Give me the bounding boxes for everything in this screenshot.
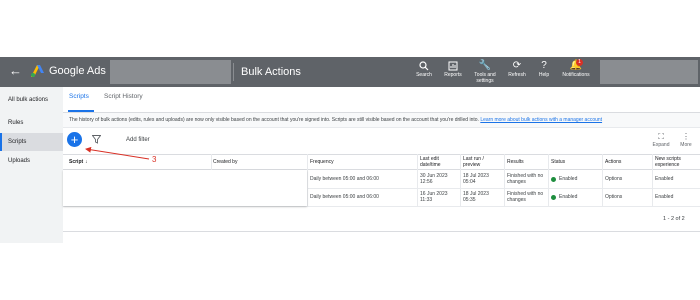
status-text: Enabled [559,175,578,182]
reports-icon [448,61,458,71]
notifications-button[interactable]: 🔔 1 Notifications [558,59,594,78]
sidebar-item-uploads[interactable]: Uploads [0,152,63,170]
notification-badge: 1 [576,59,583,66]
arrow-down-icon: ↓ [85,158,88,165]
search-icon [419,61,429,71]
search-button[interactable]: Search [414,60,434,78]
cell-actions-options[interactable]: Options [605,189,650,206]
refresh-button[interactable]: ⟳ Refresh [506,60,528,78]
plus-icon: + [70,132,79,147]
status-dot-icon [551,195,556,200]
page-title: Bulk Actions [241,66,301,78]
tab-script-history[interactable]: Script History [104,92,143,102]
google-ads-logo[interactable] [30,65,44,77]
col-header-results[interactable]: Results [507,155,545,170]
cell-last-edit: 16 Jun 2023 11:33 [420,191,448,203]
add-filter-button[interactable]: Add filter [126,136,150,144]
refresh-icon: ⟳ [512,60,522,71]
expand-label: Expand [652,142,670,148]
reports-label: Reports [444,72,462,78]
script-name-cells[interactable] [63,170,307,206]
learn-more-link[interactable]: Learn more about bulk actions with a man… [480,117,602,123]
cell-new-scripts-experience: Enabled [655,193,674,200]
notifications-label: Notifications [562,72,590,78]
sidebar-item-scripts[interactable]: Scripts [0,133,63,151]
app-title[interactable]: Google Ads [49,64,106,78]
annotation-label: 3 [152,155,157,164]
cell-status: Enabled [551,189,601,206]
cell-last-run[interactable]: 18 Jul 2023 05:35 [463,189,501,206]
table-toolbar: + Add filter ⛶ Expand ⋮ More [63,128,700,154]
cell-frequency: Daily between 05:00 and 06:00 [310,175,379,182]
refresh-label: Refresh [508,72,526,78]
table-header: Script ↓ Created by Frequency Last edit d… [63,154,700,170]
add-script-button[interactable]: + [67,132,82,147]
status-dot-icon [551,177,556,182]
col-header-created-by[interactable]: Created by [213,155,303,170]
tools-icon: 🔧 [478,60,492,71]
cell-last-run[interactable]: 18 Jul 2023 05:04 [463,171,501,188]
cell-status: Enabled [551,171,601,188]
help-icon: ? [541,60,547,71]
info-notice: The history of bulk actions (edits, rule… [63,113,700,128]
cell-frequency: Daily between 05:00 and 06:00 [310,193,379,200]
more-button[interactable]: ⋮ More [678,132,694,148]
col-header-status[interactable]: Status [551,155,601,170]
app-window: ← Google Ads Bulk Actions Search Reports… [0,57,700,243]
col-header-script[interactable]: Script ↓ [69,155,199,170]
notice-text: The history of bulk actions (edits, rule… [69,117,479,123]
sidebar: All bulk actions Rules Scripts Uploads [0,87,63,243]
cell-last-edit: 30 Jun 2023 12:56 [420,173,448,185]
table-bottom-divider [63,231,700,232]
col-header-actions[interactable]: Actions [605,155,650,170]
tools-and-settings-button[interactable]: 🔧 Tools and settings [470,60,500,84]
sidebar-item-all-bulk-actions[interactable]: All bulk actions [0,91,63,109]
col-header-last-edit[interactable]: Last edit date/time [420,155,458,170]
top-app-bar: ← Google Ads Bulk Actions Search Reports… [0,57,700,87]
cell-results: Finished with no changes [507,191,544,203]
cell-new-scripts-experience: Enabled [655,175,674,182]
status-text: Enabled [559,193,578,200]
account-selector[interactable] [110,60,231,84]
pagination-summary: 1 - 2 of 2 [663,216,685,222]
cell-actions-options[interactable]: Options [605,171,650,188]
help-label: Help [538,72,550,78]
reports-button[interactable]: Reports [441,60,465,78]
search-label: Search [416,72,432,78]
header-search-field[interactable] [600,60,698,84]
expand-button[interactable]: ⛶ Expand [652,132,670,148]
tab-scripts[interactable]: Scripts [69,92,89,102]
back-arrow-icon[interactable]: ← [9,64,23,78]
col-header-last-run[interactable]: Last run / preview [463,155,501,170]
col-header-new-scripts-experience[interactable]: New scripts experience [655,155,697,170]
tools-label: Tools and settings [474,72,496,84]
help-button[interactable]: ? Help [535,60,553,78]
expand-icon: ⛶ [658,132,664,141]
filter-icon[interactable] [92,135,101,144]
col-header-frequency[interactable]: Frequency [310,155,410,170]
header-divider [233,63,234,81]
cell-results: Finished with no changes [507,173,544,185]
more-label: More [680,142,692,148]
sidebar-item-rules[interactable]: Rules [0,114,63,132]
more-vert-icon: ⋮ [682,132,690,141]
main-content: Scripts Script History The history of bu… [63,87,700,243]
col-script-label: Script [69,158,84,165]
